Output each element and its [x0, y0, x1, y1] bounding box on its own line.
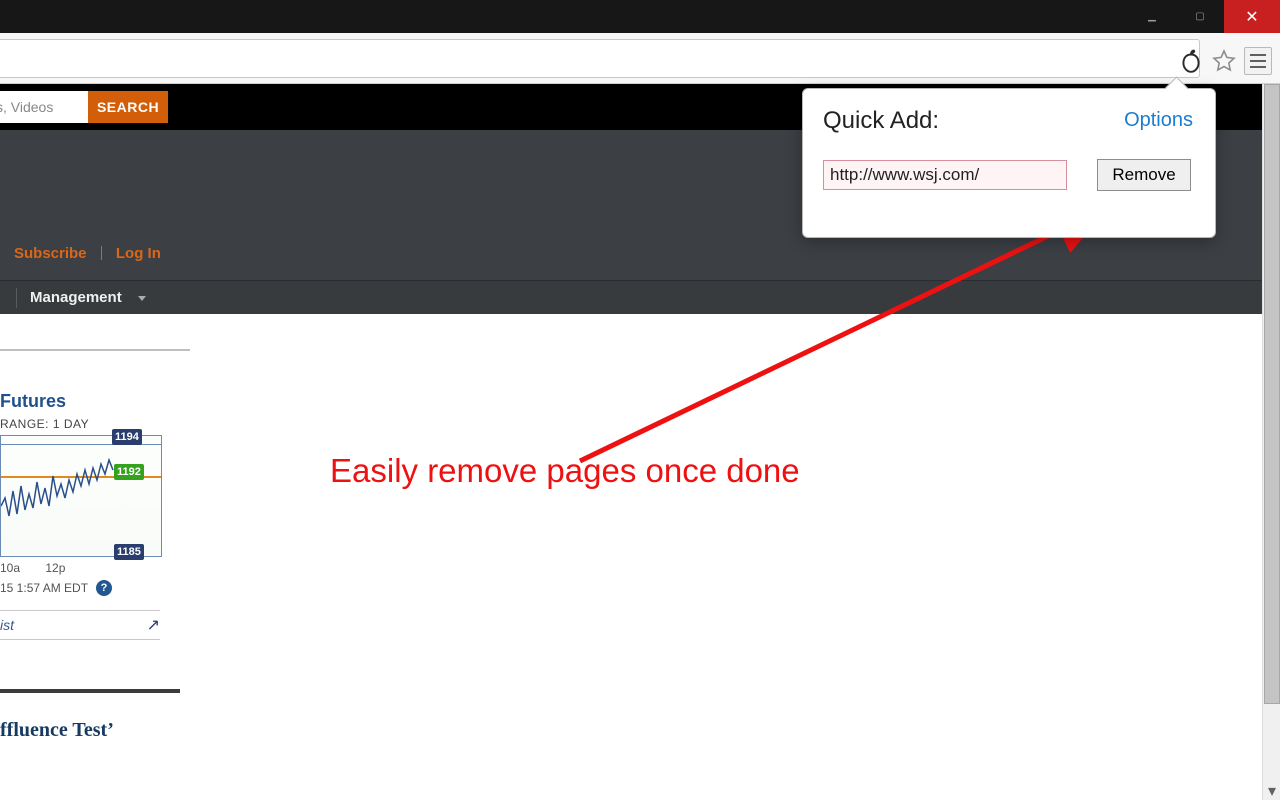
chart-xaxis: 10a 12p — [0, 561, 87, 575]
range-label: RANGE: 1 DAY — [0, 417, 89, 431]
subscribe-link[interactable]: Subscribe — [14, 245, 87, 262]
help-icon[interactable]: ? — [96, 580, 112, 596]
bookmark-star-icon[interactable] — [1212, 49, 1236, 73]
nav-item-management[interactable]: Management — [30, 281, 122, 315]
vertical-divider-icon — [101, 246, 102, 260]
article-headline-fragment[interactable]: ffluence Test’ — [0, 719, 114, 742]
window-close-button[interactable]: ✕ — [1224, 0, 1280, 33]
horizontal-rule — [0, 349, 190, 351]
share-icon[interactable]: ↗ — [147, 615, 160, 635]
browser-menu-icon[interactable] — [1244, 47, 1272, 75]
xaxis-tick: 12p — [45, 561, 65, 575]
chart-value-high: 1194 — [112, 429, 142, 445]
window-maximize-button[interactable]: ▢ — [1176, 0, 1224, 33]
browser-toolbar — [0, 33, 1280, 84]
chevron-down-icon — [138, 296, 146, 301]
thick-horizontal-rule — [0, 689, 180, 693]
chart-value-current: 1192 — [114, 464, 144, 480]
remove-button[interactable]: Remove — [1097, 159, 1191, 191]
account-links: Subscribe Log In — [14, 245, 161, 262]
options-link[interactable]: Options — [1124, 109, 1193, 132]
extension-apple-icon[interactable] — [1178, 48, 1204, 74]
page-scrollbar[interactable]: ▴ ▾ — [1262, 84, 1280, 800]
window-titlebar: ▁ ▢ ✕ — [0, 0, 1280, 33]
annotation-text: Easily remove pages once done — [330, 452, 800, 490]
site-search-button[interactable]: SEARCH — [88, 91, 168, 123]
sidebar-column: Futures RANGE: 1 DAY 1194 1192 1185 10a … — [0, 349, 190, 418]
quick-add-url-input[interactable] — [823, 160, 1067, 190]
scroll-down-icon[interactable]: ▾ — [1263, 782, 1280, 800]
futures-chart[interactable] — [0, 435, 162, 557]
site-navbar: Management — [0, 280, 1262, 314]
login-link[interactable]: Log In — [116, 245, 161, 262]
page-viewport: s, Videos SEARCH Subscribe Log In Manage… — [0, 84, 1262, 800]
ist-link[interactable]: ist — [0, 617, 14, 633]
chart-value-low: 1185 — [114, 544, 144, 560]
futures-heading[interactable]: Futures — [0, 391, 190, 418]
chart-timestamp: 15 1:57 AM EDT — [0, 581, 88, 595]
window-minimize-button[interactable]: ▁ — [1128, 0, 1176, 33]
address-bar[interactable] — [0, 39, 1200, 78]
quick-add-popup: Quick Add: Options Remove — [802, 88, 1216, 238]
site-search-input[interactable]: s, Videos — [0, 91, 88, 123]
scrollbar-thumb[interactable] — [1264, 84, 1280, 704]
chart-line-icon — [1, 436, 161, 556]
nav-divider-icon — [16, 288, 17, 308]
xaxis-tick: 10a — [0, 561, 20, 575]
